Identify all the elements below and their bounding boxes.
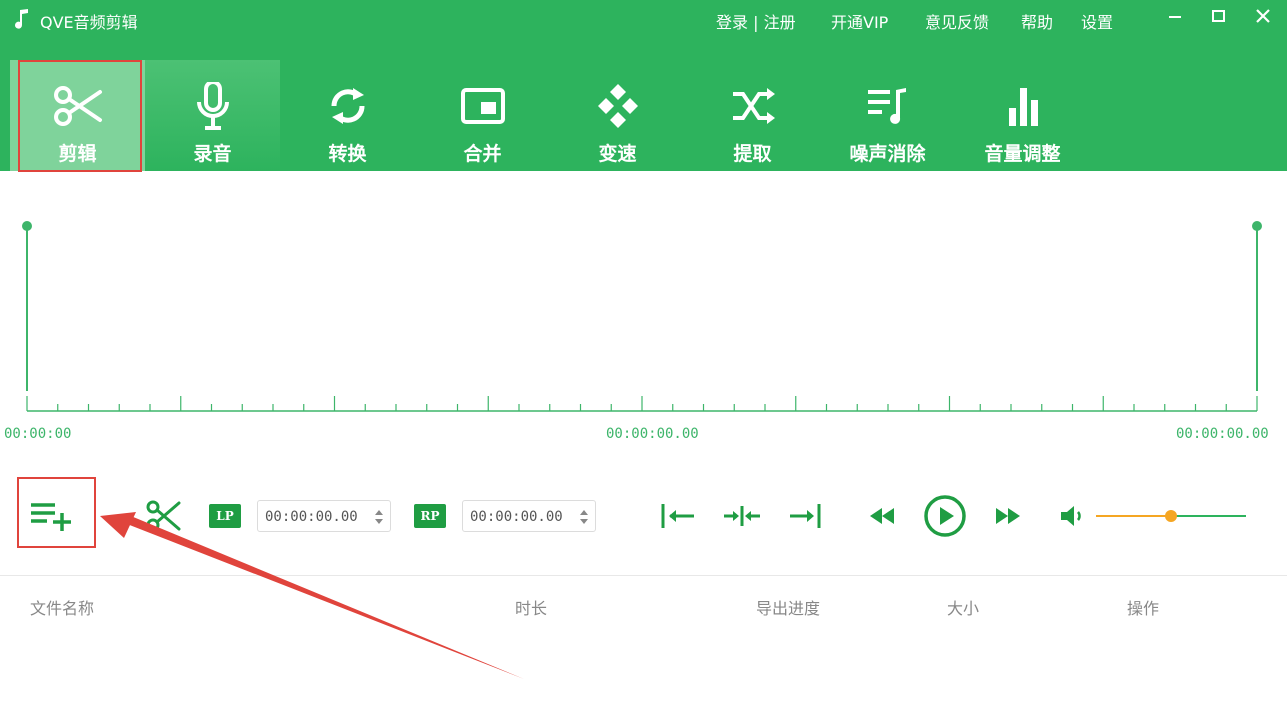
cut-scissors-icon[interactable] <box>145 499 181 533</box>
close-icon[interactable] <box>1252 6 1274 28</box>
column-header-export-progress: 导出进度 <box>756 599 821 618</box>
settings-link[interactable]: 设置 <box>1081 9 1113 33</box>
tab-label: 变速 <box>598 143 637 165</box>
play-icon[interactable] <box>922 493 968 539</box>
tab-label: 录音 <box>193 143 232 165</box>
right-marker-handle[interactable] <box>1252 221 1262 231</box>
volume-icon[interactable] <box>1058 502 1086 530</box>
tab-volume-adjust[interactable]: 音量调整 <box>955 60 1090 171</box>
timeline-start-label: 00:00:00 <box>4 426 72 442</box>
divider <box>0 575 1287 576</box>
microphone-icon <box>196 82 229 130</box>
column-header-duration: 时长 <box>515 599 548 618</box>
tab-record[interactable]: 录音 <box>145 60 280 171</box>
tab-noise-removal[interactable]: 噪声消除 <box>820 60 955 171</box>
title-bar: QVE音频剪辑 登录 | 注册 开通VIP 意见反馈 帮助 设置 <box>0 0 1287 40</box>
tab-label: 合并 <box>463 143 502 165</box>
rewind-icon[interactable] <box>866 504 900 528</box>
lp-badge: LP <box>209 504 241 528</box>
waveform-area[interactable] <box>0 171 1287 461</box>
vip-link[interactable]: 开通VIP <box>831 9 888 33</box>
tab-label: 提取 <box>733 143 772 165</box>
header-bar: QVE音频剪辑 登录 | 注册 开通VIP 意见反馈 帮助 设置 剪辑 录音 转… <box>0 0 1287 171</box>
volume-slider[interactable] <box>1094 506 1248 526</box>
speed-icon <box>597 84 638 128</box>
rp-time-field[interactable] <box>462 500 596 532</box>
rp-badge: RP <box>414 504 446 528</box>
jump-to-center-icon[interactable] <box>722 502 762 530</box>
column-header-filename: 文件名称 <box>30 599 95 618</box>
music-note-icon <box>15 9 28 29</box>
jump-to-end-icon[interactable] <box>788 502 824 530</box>
volume-slider-knob[interactable] <box>1165 510 1177 522</box>
tab-extract[interactable]: 提取 <box>685 60 820 171</box>
highlight-box-add-file <box>17 477 96 548</box>
tab-speed[interactable]: 变速 <box>550 60 685 171</box>
app-title: QVE音频剪辑 <box>40 13 138 32</box>
convert-icon <box>330 88 365 124</box>
tab-label: 噪声消除 <box>849 143 926 165</box>
noise-removal-icon <box>867 88 906 124</box>
fast-forward-icon[interactable] <box>990 504 1024 528</box>
merge-icon <box>460 88 505 124</box>
feedback-link[interactable]: 意见反馈 <box>925 9 989 33</box>
timeline-ruler <box>26 396 1258 412</box>
extract-icon <box>732 88 775 124</box>
timeline-end-label: 00:00:00.00 <box>1176 426 1269 442</box>
rp-time-input[interactable] <box>470 507 575 527</box>
jump-to-start-icon[interactable] <box>660 502 696 530</box>
column-header-actions: 操作 <box>1127 599 1160 618</box>
lp-time-field[interactable] <box>257 500 391 532</box>
help-link[interactable]: 帮助 <box>1021 9 1053 33</box>
highlight-box-cut-tab <box>18 60 142 172</box>
maximize-icon[interactable] <box>1208 6 1230 28</box>
volume-adjust-icon <box>1008 88 1038 126</box>
timeline-middle-label: 00:00:00.00 <box>606 426 699 442</box>
minimize-icon[interactable] <box>1164 6 1186 28</box>
lp-time-input[interactable] <box>265 507 370 527</box>
tab-label: 转换 <box>328 143 367 165</box>
tab-merge[interactable]: 合并 <box>415 60 550 171</box>
tab-convert[interactable]: 转换 <box>280 60 415 171</box>
column-header-size: 大小 <box>947 599 980 618</box>
lp-spinner-icon[interactable] <box>374 507 384 527</box>
rp-spinner-icon[interactable] <box>579 507 589 527</box>
tab-label: 音量调整 <box>984 143 1061 165</box>
left-marker-handle[interactable] <box>22 221 32 231</box>
login-register-link[interactable]: 登录 | 注册 <box>716 9 796 33</box>
